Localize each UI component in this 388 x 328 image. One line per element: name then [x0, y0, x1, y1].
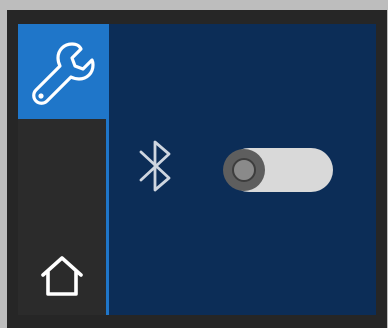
bluetooth-settings-panel — [109, 24, 376, 315]
display-screen — [18, 24, 376, 315]
sidebar — [18, 24, 106, 315]
bluetooth-icon — [139, 140, 171, 192]
tab-home[interactable] — [18, 236, 106, 315]
bluetooth-toggle[interactable] — [223, 148, 333, 192]
wrench-icon — [32, 41, 95, 105]
device-frame — [7, 10, 387, 328]
tab-settings[interactable] — [18, 24, 106, 119]
toggle-knob-center — [232, 158, 256, 182]
toggle-knob — [223, 149, 265, 191]
home-icon — [41, 255, 83, 296]
